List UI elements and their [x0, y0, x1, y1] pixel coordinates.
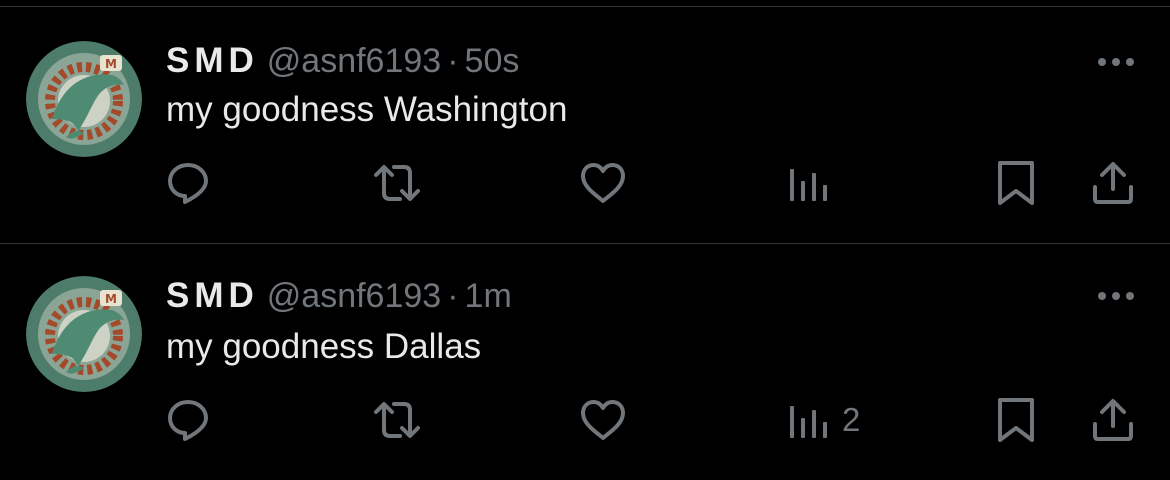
tweet[interactable]: M SMD@asnf6193·1m my goodness Dallas [0, 244, 1170, 480]
share-button[interactable] [1090, 157, 1136, 209]
author-handle[interactable]: @asnf6193 [267, 277, 441, 315]
reply-button[interactable] [164, 157, 212, 209]
tweet-header: SMD @asnf6193 · 50s [166, 41, 519, 81]
bookmark-icon [998, 161, 1034, 205]
views-button[interactable] [788, 157, 842, 209]
heart-icon [581, 163, 625, 203]
like-button[interactable] [578, 157, 628, 209]
share-icon [1093, 399, 1133, 441]
retweet-icon [374, 165, 420, 201]
more-button[interactable] [1092, 52, 1140, 72]
like-button[interactable] [578, 394, 628, 446]
avatar[interactable]: M [26, 41, 142, 157]
separator-dot: · [447, 277, 459, 315]
more-horizontal-icon [1098, 58, 1134, 66]
dolphin-logo-avatar: M [26, 276, 142, 392]
views-button[interactable]: 2 [788, 394, 860, 446]
author-handle[interactable]: @asnf6193 [267, 42, 441, 80]
tweet-text: my goodness Dallas [166, 327, 482, 366]
bookmark-icon [998, 398, 1034, 442]
views-count: 2 [842, 401, 861, 438]
timestamp[interactable]: 50s [465, 42, 520, 80]
share-icon [1093, 162, 1133, 204]
timestamp[interactable]: 1m [465, 277, 512, 315]
reply-button[interactable] [164, 394, 212, 446]
author-name[interactable]: SMD [166, 41, 259, 80]
tweet-header: SMD @asnf6193 · 1m [166, 276, 512, 316]
separator-dot: · [447, 42, 459, 80]
retweet-button[interactable] [370, 157, 424, 209]
analytics-icon [790, 169, 827, 201]
dolphin-logo-avatar: M [26, 41, 142, 157]
reply-icon [168, 400, 208, 441]
svg-text:M: M [105, 57, 117, 71]
tweet[interactable]: M SMD @asnf6193 · 50s my goodness Washingto… [0, 7, 1170, 243]
reply-icon [168, 163, 208, 204]
retweet-button[interactable] [370, 394, 424, 446]
more-button[interactable] [1092, 286, 1140, 306]
bookmark-button[interactable] [996, 394, 1036, 446]
author-name[interactable]: SMD [166, 276, 259, 315]
share-button[interactable] [1090, 394, 1136, 446]
retweet-icon [374, 402, 420, 438]
tweet-text: my goodness Washington [166, 90, 568, 129]
svg-text:M: M [105, 292, 117, 306]
more-horizontal-icon [1098, 292, 1134, 300]
heart-icon [581, 400, 625, 440]
analytics-icon [790, 406, 827, 438]
avatar[interactable]: M [26, 276, 142, 392]
bookmark-button[interactable] [996, 157, 1036, 209]
